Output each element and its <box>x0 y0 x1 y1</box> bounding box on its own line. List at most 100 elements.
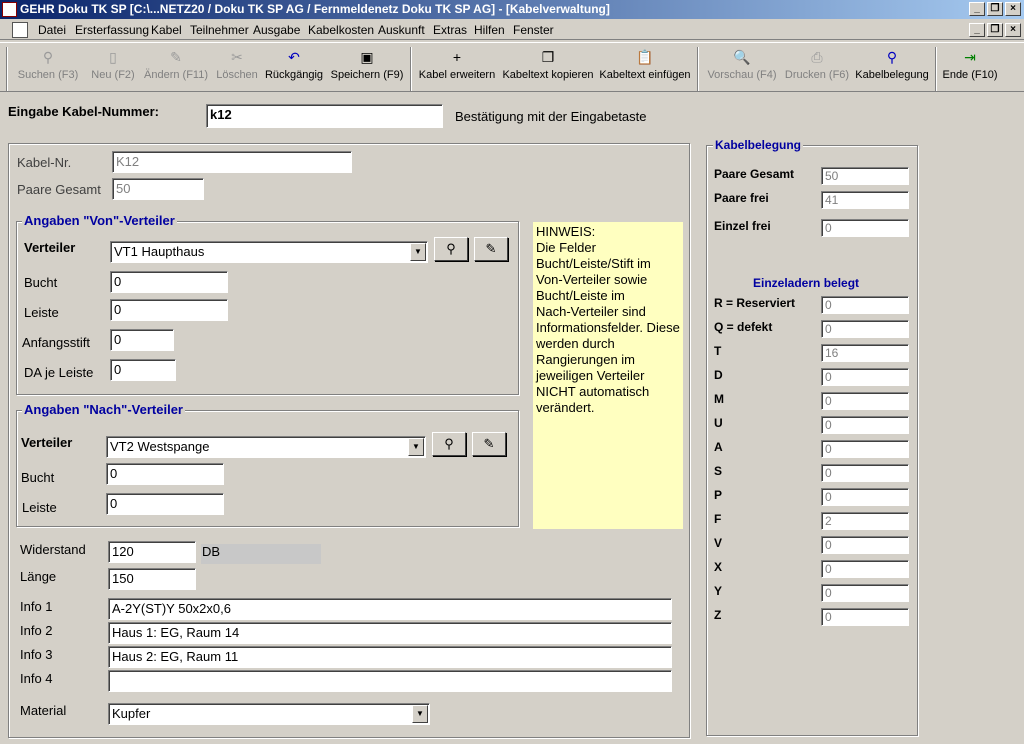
von-anfangsstift-input[interactable]: 0 <box>110 329 174 351</box>
preview-icon: 🔍 <box>733 49 751 65</box>
row-field-z[interactable]: 0 <box>821 608 909 626</box>
row-field-m[interactable]: 0 <box>821 392 909 410</box>
cable-nr-label: Kabel-Nr. <box>17 155 72 170</box>
menu-datei[interactable]: Datei <box>38 23 66 37</box>
von-da-input[interactable]: 0 <box>110 359 176 381</box>
nach-leiste-input[interactable]: 0 <box>106 493 224 515</box>
menu-hilfen[interactable]: Hilfen <box>474 23 505 37</box>
menu-fenster[interactable]: Fenster <box>513 23 554 37</box>
search-button[interactable]: ⚲ Suchen (F3) <box>14 47 82 89</box>
preview-button[interactable]: 🔍 Vorschau (F4) <box>704 47 780 89</box>
row-label-p: P <box>714 488 723 502</box>
doc-close-button[interactable]: × <box>1005 23 1021 37</box>
laenge-label: Länge <box>20 569 57 584</box>
app-icon <box>2 2 17 17</box>
paste-icon: 📋 <box>636 49 654 65</box>
delete-button[interactable]: ✂ Löschen <box>214 47 260 89</box>
von-anfangsstift-label: Anfangsstift <box>22 335 90 350</box>
cable-number-entry-input[interactable]: k12 <box>206 104 443 128</box>
save-button[interactable]: ▣ Speichern (F9) <box>328 47 406 89</box>
entry-hint: Bestätigung mit der Eingabetaste <box>455 109 647 124</box>
row-field-d[interactable]: 0 <box>821 368 909 386</box>
nach-edit-button[interactable]: ✎ <box>472 432 506 456</box>
laenge-input[interactable]: 150 <box>108 568 196 590</box>
binoculars-icon: ⚲ <box>446 241 456 256</box>
undo-button[interactable]: ↶ Rückgängig <box>264 47 324 89</box>
info3-input[interactable]: Haus 2: EG, Raum 11 <box>108 646 672 668</box>
von-group-title: Angaben "Von"-Verteiler <box>22 213 177 228</box>
new-document-icon: ▯ <box>109 49 117 65</box>
chevron-down-icon[interactable]: ▼ <box>408 438 424 456</box>
row-label-r: R = Reserviert <box>714 296 796 310</box>
nach-search-button[interactable]: ⚲ <box>432 432 466 456</box>
maximize-button[interactable]: ❐ <box>987 2 1003 16</box>
einzel-frei-label: Einzel frei <box>714 219 771 233</box>
paare-frei-field[interactable]: 41 <box>821 191 909 209</box>
paste-cable-text-button[interactable]: 📋 Kabeltext einfügen <box>598 47 692 89</box>
von-leiste-input[interactable]: 0 <box>110 299 228 321</box>
von-leiste-label: Leiste <box>24 305 59 320</box>
row-label-t: T <box>714 344 722 358</box>
von-bucht-label: Bucht <box>24 275 58 290</box>
row-field-s[interactable]: 0 <box>821 464 909 482</box>
row-field-y[interactable]: 0 <box>821 584 909 602</box>
edit-icon: ✎ <box>485 241 497 256</box>
info2-input[interactable]: Haus 1: EG, Raum 14 <box>108 622 672 644</box>
row-field-x[interactable]: 0 <box>821 560 909 578</box>
document-icon[interactable] <box>12 22 28 38</box>
menu-teilnehmer[interactable]: Teilnehmer <box>190 23 249 37</box>
info4-input[interactable] <box>108 670 672 692</box>
row-label-v: V <box>714 536 723 550</box>
edit-button[interactable]: ✎ Ändern (F11) <box>141 47 211 89</box>
menu-ersterfassung[interactable]: Ersterfassung <box>75 23 149 37</box>
menu-extras[interactable]: Extras <box>433 23 467 37</box>
menu-ausgabe[interactable]: Ausgabe <box>253 23 300 37</box>
cable-assignment-button[interactable]: ⚲ Kabelbelegung <box>854 47 930 89</box>
menu-kabel[interactable]: Kabel <box>151 23 182 37</box>
kabelbelegung-title: Kabelbelegung <box>713 138 804 152</box>
nach-bucht-input[interactable]: 0 <box>106 463 224 485</box>
row-field-v[interactable]: 0 <box>821 536 909 554</box>
menu-auskunft[interactable]: Auskunft <box>378 23 425 37</box>
row-field-a[interactable]: 0 <box>821 440 909 458</box>
cable-nr-field[interactable]: K12 <box>112 151 352 173</box>
einzel-frei-field[interactable]: 0 <box>821 219 909 237</box>
von-bucht-input[interactable]: 0 <box>110 271 228 293</box>
pairs-total-field[interactable]: 50 <box>112 178 204 200</box>
row-field-u[interactable]: 0 <box>821 416 909 434</box>
exit-button[interactable]: ⇥ Ende (F10) <box>940 47 1000 89</box>
info1-input[interactable]: A-2Y(ST)Y 50x2x0,6 <box>108 598 672 620</box>
chevron-down-icon[interactable]: ▼ <box>410 243 426 261</box>
row-field-f[interactable]: 2 <box>821 512 909 530</box>
pairs-total-label: Paare Gesamt <box>17 182 101 197</box>
row-field-q[interactable]: 0 <box>821 320 909 338</box>
new-button[interactable]: ▯ Neu (F2) <box>88 47 138 89</box>
extend-cable-button[interactable]: + Kabel erweitern <box>416 47 498 89</box>
close-button[interactable]: × <box>1005 2 1021 16</box>
minimize-button[interactable]: _ <box>969 2 985 16</box>
paare-gesamt-field[interactable]: 50 <box>821 167 909 185</box>
von-verteiler-label: Verteiler <box>24 240 76 255</box>
print-button[interactable]: ⎙ Drucken (F6) <box>782 47 852 89</box>
doc-minimize-button[interactable]: _ <box>969 23 985 37</box>
menu-kabelkosten[interactable]: Kabelkosten <box>308 23 374 37</box>
hint-text: HINWEIS: Die Felder Bucht/Leiste/Stift i… <box>536 224 680 415</box>
doc-restore-button[interactable]: ❐ <box>987 23 1003 37</box>
nach-verteiler-select[interactable]: VT2 Westspange ▼ <box>106 436 426 458</box>
widerstand-input[interactable]: 120 <box>108 541 196 563</box>
chevron-down-icon[interactable]: ▼ <box>412 705 428 723</box>
copy-cable-text-button[interactable]: ❐ Kabeltext kopieren <box>501 47 595 89</box>
row-label-a: A <box>714 440 723 454</box>
paare-frei-label: Paare frei <box>714 191 769 205</box>
row-field-r[interactable]: 0 <box>821 296 909 314</box>
binoculars-icon: ⚲ <box>444 436 454 451</box>
row-field-t[interactable]: 16 <box>821 344 909 362</box>
material-select[interactable]: Kupfer ▼ <box>108 703 430 725</box>
title-bar: GEHR Doku TK SP [C:\...NETZ20 / Doku TK … <box>0 0 1024 19</box>
von-search-button[interactable]: ⚲ <box>434 237 468 261</box>
edit-icon: ✎ <box>170 49 182 65</box>
menu-bar: Datei Ersterfassung Kabel Teilnehmer Aus… <box>0 20 1024 40</box>
von-edit-button[interactable]: ✎ <box>474 237 508 261</box>
row-field-p[interactable]: 0 <box>821 488 909 506</box>
von-verteiler-select[interactable]: VT1 Haupthaus ▼ <box>110 241 428 263</box>
